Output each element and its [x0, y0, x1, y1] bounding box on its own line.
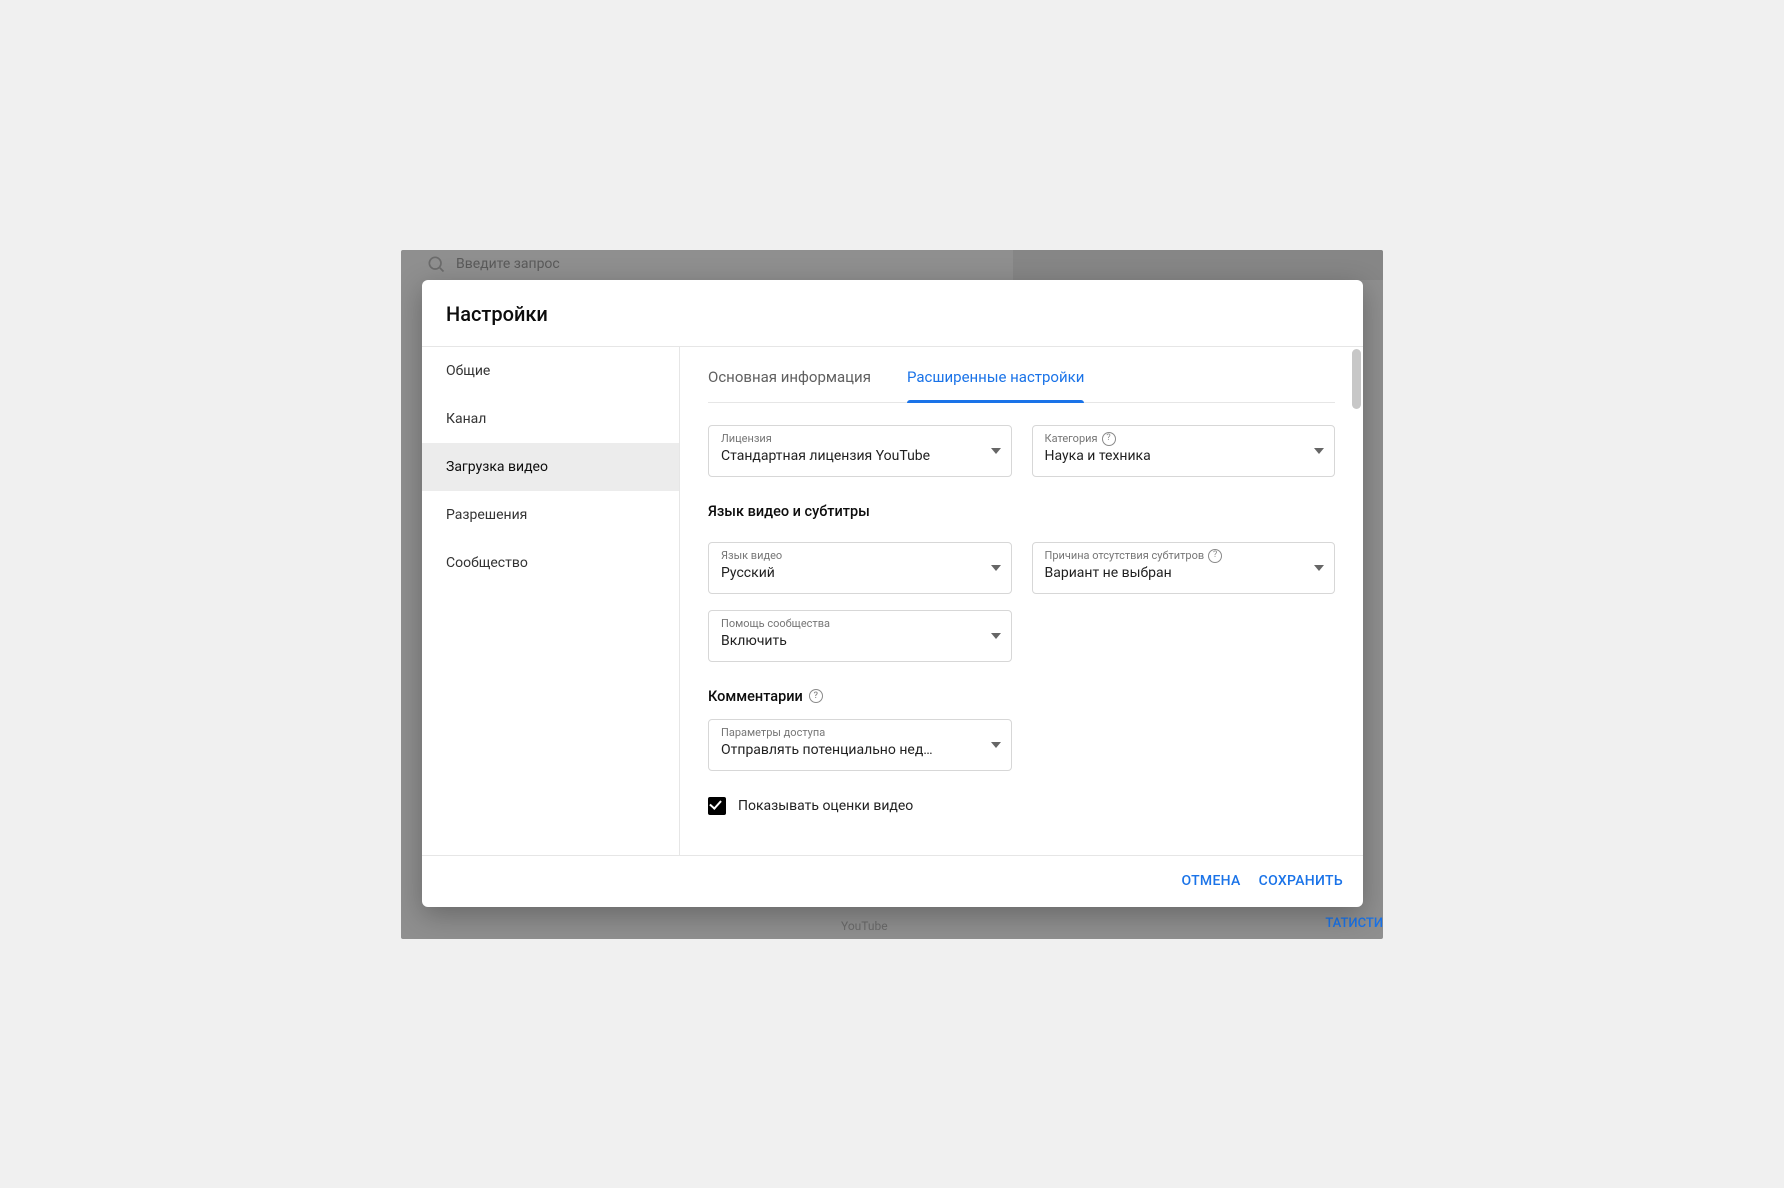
checkbox-label: Показывать оценки видео [738, 798, 913, 814]
tab-basic-info[interactable]: Основная информация [708, 368, 871, 402]
field-value: Наука и техника [1045, 448, 1299, 464]
section-label: Комментарии [708, 688, 803, 705]
show-ratings-checkbox[interactable] [708, 797, 726, 815]
section-language: Язык видео и субтитры [708, 503, 1335, 520]
field-label: Категория ? [1045, 432, 1299, 446]
sidebar-item-label: Канал [446, 411, 486, 427]
video-language-select[interactable]: Язык видео Русский [708, 542, 1012, 594]
cancel-button[interactable]: Отмена [1181, 873, 1240, 889]
content-tabs: Основная информация Расширенные настройк… [708, 347, 1335, 403]
field-label-text: Причина отсутствия субтитров [1045, 549, 1205, 563]
chevron-down-icon [991, 565, 1001, 571]
dialog-body: Общие Канал Загрузка видео Разрешения Со… [422, 346, 1363, 855]
section-comments: Комментарии ? [708, 688, 1335, 705]
dialog-title: Настройки [446, 302, 1339, 326]
sidebar-item-community[interactable]: Сообщество [422, 539, 679, 587]
settings-dialog: Настройки Общие Канал Загрузка видео Раз… [422, 280, 1363, 907]
help-icon[interactable]: ? [1102, 432, 1116, 446]
sidebar-item-label: Сообщество [446, 555, 528, 571]
tab-label: Расширенные настройки [907, 368, 1084, 386]
chevron-down-icon [991, 742, 1001, 748]
field-label: Причина отсутствия субтитров ? [1045, 549, 1299, 563]
category-select[interactable]: Категория ? Наука и техника [1032, 425, 1336, 477]
show-ratings-row: Показывать оценки видео [708, 797, 1335, 815]
bg-toolbar-blur [1013, 250, 1383, 280]
settings-content: Основная информация Расширенные настройк… [680, 347, 1363, 855]
captions-reason-select[interactable]: Причина отсутствия субтитров ? Вариант н… [1032, 542, 1336, 594]
app-viewport: Введите запрос о канал дней ые (часы) в … [401, 250, 1383, 939]
bg-youtube-label: YouTube [841, 919, 888, 933]
sidebar-item-permissions[interactable]: Разрешения [422, 491, 679, 539]
field-value: Стандартная лицензия YouTube [721, 448, 975, 464]
sidebar-item-label: Общие [446, 363, 490, 379]
bg-search: Введите запрос [426, 254, 560, 274]
field-label: Язык видео [721, 549, 975, 563]
dialog-header: Настройки [422, 280, 1363, 346]
settings-sidebar: Общие Канал Загрузка видео Разрешения Со… [422, 347, 680, 855]
bg-stat-link: ТАТИСТИ [1325, 916, 1383, 931]
sidebar-item-upload[interactable]: Загрузка видео [422, 443, 679, 491]
row-comments-access: Параметры доступа Отправлять потенциальн… [708, 719, 1335, 771]
field-value: Отправлять потенциально нед… [721, 742, 975, 758]
sidebar-item-label: Разрешения [446, 507, 527, 523]
field-value: Русский [721, 565, 975, 581]
chevron-down-icon [991, 633, 1001, 639]
save-button[interactable]: Сохранить [1259, 873, 1343, 889]
bg-search-placeholder: Введите запрос [456, 256, 560, 272]
license-select[interactable]: Лицензия Стандартная лицензия YouTube [708, 425, 1012, 477]
field-label: Помощь сообщества [721, 617, 975, 631]
field-label: Параметры доступа [721, 726, 975, 740]
row-license-category: Лицензия Стандартная лицензия YouTube Ка… [708, 425, 1335, 477]
tab-advanced[interactable]: Расширенные настройки [907, 368, 1084, 402]
comments-access-select[interactable]: Параметры доступа Отправлять потенциальн… [708, 719, 1012, 771]
tab-label: Основная информация [708, 368, 871, 386]
help-icon[interactable]: ? [809, 689, 823, 703]
sidebar-item-general[interactable]: Общие [422, 347, 679, 395]
chevron-down-icon [991, 448, 1001, 454]
help-icon[interactable]: ? [1208, 549, 1222, 563]
field-label-text: Категория [1045, 432, 1098, 446]
field-value: Вариант не выбран [1045, 565, 1299, 581]
sidebar-item-label: Загрузка видео [446, 459, 548, 475]
row-community-help: Помощь сообщества Включить [708, 610, 1335, 662]
community-help-select[interactable]: Помощь сообщества Включить [708, 610, 1012, 662]
row-language: Язык видео Русский Причина отсутствия су… [708, 542, 1335, 594]
chevron-down-icon [1314, 565, 1324, 571]
dialog-footer: Отмена Сохранить [422, 855, 1363, 907]
field-value: Включить [721, 633, 975, 649]
content-wrap: Основная информация Расширенные настройк… [680, 347, 1363, 855]
chevron-down-icon [1314, 448, 1324, 454]
search-icon [426, 254, 446, 274]
field-label: Лицензия [721, 432, 975, 446]
sidebar-item-channel[interactable]: Канал [422, 395, 679, 443]
